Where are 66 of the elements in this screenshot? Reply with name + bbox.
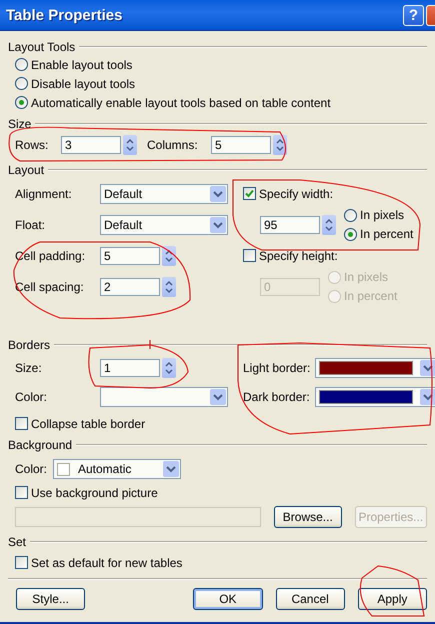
color-dropdown[interactable] bbox=[315, 386, 435, 406]
field-label: Color: bbox=[15, 462, 48, 476]
radio-label: In pixels bbox=[360, 208, 404, 222]
group-label: Layout bbox=[8, 163, 44, 177]
radio-button[interactable] bbox=[344, 228, 357, 240]
radio-button[interactable] bbox=[344, 208, 357, 222]
color-dropdown[interactable] bbox=[100, 387, 228, 407]
dropdown-arrow-icon[interactable] bbox=[420, 360, 435, 376]
dropdown[interactable]: Default bbox=[100, 214, 228, 234]
radio-label: Disable layout tools bbox=[31, 76, 136, 90]
browse-button[interactable]: Browse... bbox=[274, 506, 342, 528]
checkbox[interactable] bbox=[15, 486, 28, 499]
close-button[interactable] bbox=[426, 4, 435, 26]
field-label: Dark border: bbox=[243, 390, 311, 404]
spinner-icon[interactable] bbox=[162, 358, 176, 378]
dialog-button[interactable]: Apply bbox=[358, 588, 427, 610]
spinner-icon[interactable] bbox=[322, 214, 336, 234]
radio-label: In percent bbox=[360, 227, 414, 241]
group-label: Borders bbox=[8, 338, 50, 352]
group-label: Set bbox=[8, 535, 26, 549]
field-label: Light border: bbox=[243, 360, 312, 374]
dialog-button[interactable]: Cancel bbox=[276, 588, 345, 610]
field-label: Float: bbox=[15, 218, 46, 232]
color-dropdown[interactable] bbox=[315, 358, 435, 378]
number-field[interactable]: 5 bbox=[211, 136, 271, 154]
radio-label: In percent bbox=[344, 289, 398, 303]
number-field[interactable]: 3 bbox=[61, 136, 121, 154]
color-dropdown[interactable]: Automatic bbox=[53, 459, 181, 479]
number-field[interactable]: 2 bbox=[100, 278, 160, 296]
field-label: Alignment: bbox=[15, 186, 73, 200]
spinner-icon[interactable] bbox=[123, 135, 137, 155]
file-path-field[interactable] bbox=[15, 507, 261, 527]
field-label: Rows: bbox=[15, 138, 50, 152]
field-label: Size: bbox=[15, 361, 43, 375]
color-swatch-icon bbox=[57, 462, 70, 476]
dialog-button[interactable]: OK bbox=[193, 588, 262, 610]
radio-label: In pixels bbox=[344, 270, 388, 284]
dialog-button[interactable]: Style... bbox=[16, 588, 86, 610]
help-button[interactable]: ? bbox=[403, 4, 424, 26]
field-label: Columns: bbox=[147, 138, 199, 152]
checkbox-label: Specify height: bbox=[259, 248, 338, 262]
radio-button[interactable] bbox=[15, 58, 28, 71]
radio-label: Enable layout tools bbox=[31, 58, 132, 72]
dropdown[interactable]: Default bbox=[100, 184, 228, 204]
group-label: Background bbox=[8, 438, 72, 452]
field-label: Color: bbox=[15, 390, 48, 404]
number-field[interactable]: 1 bbox=[100, 359, 160, 377]
checkbox-label: Collapse table border bbox=[31, 416, 146, 430]
group-label: Size bbox=[8, 117, 32, 131]
radio-label: Automatically enable layout tools based on table content bbox=[31, 96, 331, 110]
radio-button[interactable] bbox=[15, 96, 28, 109]
spinner-icon[interactable] bbox=[162, 276, 176, 296]
group-label: Layout Tools bbox=[8, 40, 76, 54]
checkbox[interactable] bbox=[243, 187, 256, 200]
dropdown-arrow-icon[interactable] bbox=[420, 388, 435, 404]
checkbox-label: Specify width: bbox=[259, 186, 334, 200]
number-field[interactable]: 5 bbox=[100, 246, 160, 264]
checkbox-label: Use background picture bbox=[31, 486, 158, 500]
checkbox[interactable] bbox=[15, 417, 28, 430]
checkbox[interactable] bbox=[15, 556, 28, 569]
checkbox-label: Set as default for new tables bbox=[31, 556, 182, 570]
window-title: Table Properties bbox=[6, 6, 124, 24]
radio-button[interactable] bbox=[15, 77, 28, 90]
spinner-icon[interactable] bbox=[273, 135, 287, 155]
spinner-icon[interactable] bbox=[162, 246, 176, 266]
number-field[interactable]: 95 bbox=[260, 216, 320, 234]
